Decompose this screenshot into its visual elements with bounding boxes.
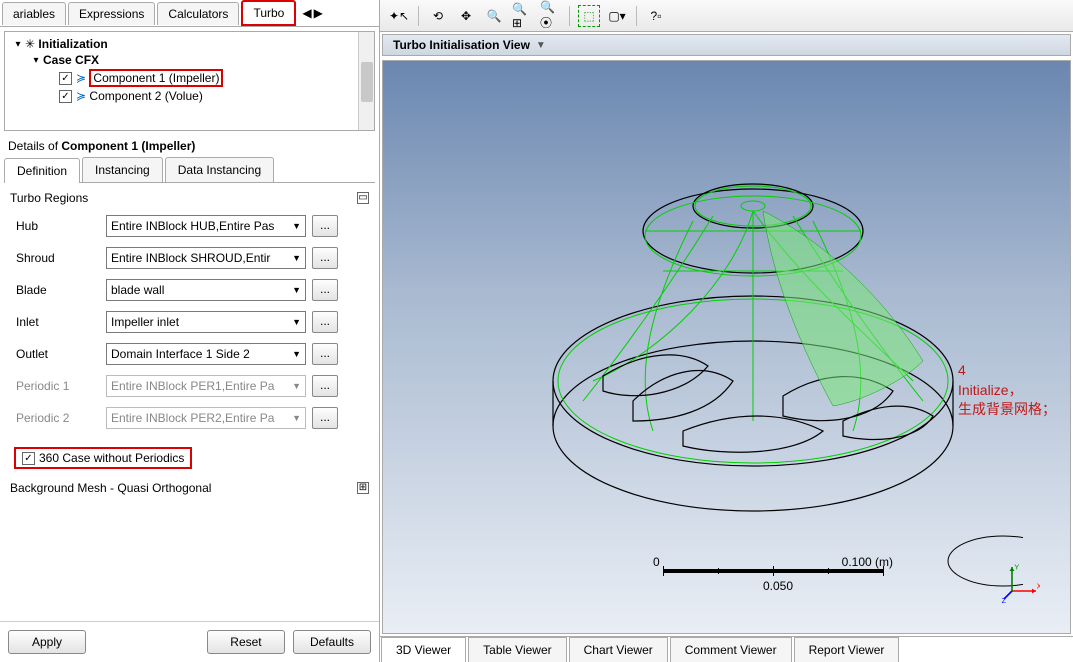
collapse-icon[interactable]: ▾: [13, 39, 23, 50]
tree-component1[interactable]: Component 1 (Impeller): [89, 69, 223, 87]
browse-outlet[interactable]: ...: [312, 343, 338, 365]
annotation-text: 4 Initialize， 生成背景网格；: [958, 361, 1056, 420]
browse-periodic1[interactable]: ...: [312, 375, 338, 397]
tab-scroll-left-icon[interactable]: ◀: [302, 6, 311, 20]
tab-definition[interactable]: Definition: [4, 158, 80, 183]
view-title-bar: Turbo Initialisation View▼: [382, 34, 1071, 56]
group-background-mesh: Background Mesh - Quasi Orthogonal ⊞: [8, 477, 371, 499]
turbo-icon: ≽: [76, 71, 86, 85]
viewer-tabs: 3D Viewer Table Viewer Chart Viewer Comm…: [380, 636, 1073, 662]
axis-triad: X Y Z: [1000, 563, 1040, 603]
help-icon[interactable]: ?▫: [645, 5, 667, 27]
collapse-icon[interactable]: ▾: [31, 55, 41, 66]
3d-viewport[interactable]: 4 Initialize， 生成背景网格； 00.100 (m) 0.050 X…: [382, 60, 1071, 634]
tree-scrollbar[interactable]: [358, 32, 374, 130]
browse-shroud[interactable]: ...: [312, 247, 338, 269]
tree-case[interactable]: Case CFX: [43, 53, 99, 67]
tab-instancing[interactable]: Instancing: [82, 157, 163, 182]
tab-variables[interactable]: ariables: [2, 2, 66, 25]
svg-text:Z: Z: [1002, 596, 1007, 603]
group-turbo-regions: Turbo Regions ▭: [8, 187, 371, 209]
tab-3d-viewer[interactable]: 3D Viewer: [381, 637, 466, 662]
outline-tree: ▾✳ Initialization ▾Case CFX ✓≽ Component…: [4, 31, 375, 131]
tab-report-viewer[interactable]: Report Viewer: [794, 637, 900, 662]
tab-chart-viewer[interactable]: Chart Viewer: [569, 637, 668, 662]
tab-calculators[interactable]: Calculators: [157, 2, 239, 25]
projection-icon[interactable]: ▢▾: [606, 5, 628, 27]
dropdown-icon[interactable]: ▼: [536, 40, 546, 51]
svg-text:Y: Y: [1014, 563, 1019, 571]
tab-turbo[interactable]: Turbo: [241, 0, 296, 26]
scale-bar: 00.100 (m) 0.050: [663, 555, 893, 593]
apply-button[interactable]: Apply: [8, 630, 86, 654]
combo-periodic2: Entire INBlock PER2,Entire Pa▼: [106, 407, 306, 429]
viewport-toolbar: ✦↖ ⟲ ✥ 🔍 🔍⊞ 🔍⦿ ⬚ ▢▾ ?▫: [380, 0, 1073, 32]
tree-initialization[interactable]: Initialization: [38, 37, 107, 51]
tab-expressions[interactable]: Expressions: [68, 2, 155, 25]
label-hub: Hub: [16, 219, 106, 233]
tab-data-instancing[interactable]: Data Instancing: [165, 157, 274, 182]
outline-tabs: ariables Expressions Calculators Turbo ◀…: [0, 0, 379, 27]
browse-inlet[interactable]: ...: [312, 311, 338, 333]
rotate-icon[interactable]: ⟲: [427, 5, 449, 27]
expand-group-icon[interactable]: ⊞: [357, 482, 369, 494]
checkbox-comp1[interactable]: ✓: [59, 72, 72, 85]
zoom-icon[interactable]: 🔍: [483, 5, 505, 27]
label-blade: Blade: [16, 283, 106, 297]
fit-icon[interactable]: 🔍⦿: [539, 5, 561, 27]
svg-text:X: X: [1037, 582, 1040, 591]
details-tabs: Definition Instancing Data Instancing: [4, 157, 375, 183]
impeller-wireframe: [503, 121, 1023, 591]
browse-blade[interactable]: ...: [312, 279, 338, 301]
tree-component2[interactable]: Component 2 (Volue): [89, 89, 202, 103]
select-icon[interactable]: ✦↖: [388, 5, 410, 27]
tab-comment-viewer[interactable]: Comment Viewer: [670, 637, 792, 662]
tab-scroll-right-icon[interactable]: ▶: [314, 6, 323, 20]
label-periodic1: Periodic 1: [16, 379, 106, 393]
browse-periodic2[interactable]: ...: [312, 407, 338, 429]
combo-outlet[interactable]: Domain Interface 1 Side 2▼: [106, 343, 306, 365]
defaults-button[interactable]: Defaults: [293, 630, 371, 654]
label-periodic2: Periodic 2: [16, 411, 106, 425]
details-header: Details of Component 1 (Impeller): [0, 135, 379, 157]
combo-blade[interactable]: blade wall▼: [106, 279, 306, 301]
combo-periodic1: Entire INBlock PER1,Entire Pa▼: [106, 375, 306, 397]
reset-button[interactable]: Reset: [207, 630, 285, 654]
checkbox-360-row[interactable]: ✓ 360 Case without Periodics: [14, 447, 192, 469]
zoom-box-icon[interactable]: 🔍⊞: [511, 5, 533, 27]
browse-hub[interactable]: ...: [312, 215, 338, 237]
checkbox-comp2[interactable]: ✓: [59, 90, 72, 103]
tab-table-viewer[interactable]: Table Viewer: [468, 637, 566, 662]
turbo-icon: ≽: [76, 89, 86, 103]
label-shroud: Shroud: [16, 251, 106, 265]
collapse-group-icon[interactable]: ▭: [357, 192, 369, 204]
label-360: 360 Case without Periodics: [39, 451, 184, 465]
init-icon: ✳: [25, 37, 35, 51]
pan-icon[interactable]: ✥: [455, 5, 477, 27]
label-outlet: Outlet: [16, 347, 106, 361]
label-inlet: Inlet: [16, 315, 106, 329]
checkbox-360[interactable]: ✓: [22, 452, 35, 465]
combo-hub[interactable]: Entire INBlock HUB,Entire Pas▼: [106, 215, 306, 237]
combo-inlet[interactable]: Impeller inlet▼: [106, 311, 306, 333]
combo-shroud[interactable]: Entire INBlock SHROUD,Entir▼: [106, 247, 306, 269]
highlight-icon[interactable]: ⬚: [578, 5, 600, 27]
